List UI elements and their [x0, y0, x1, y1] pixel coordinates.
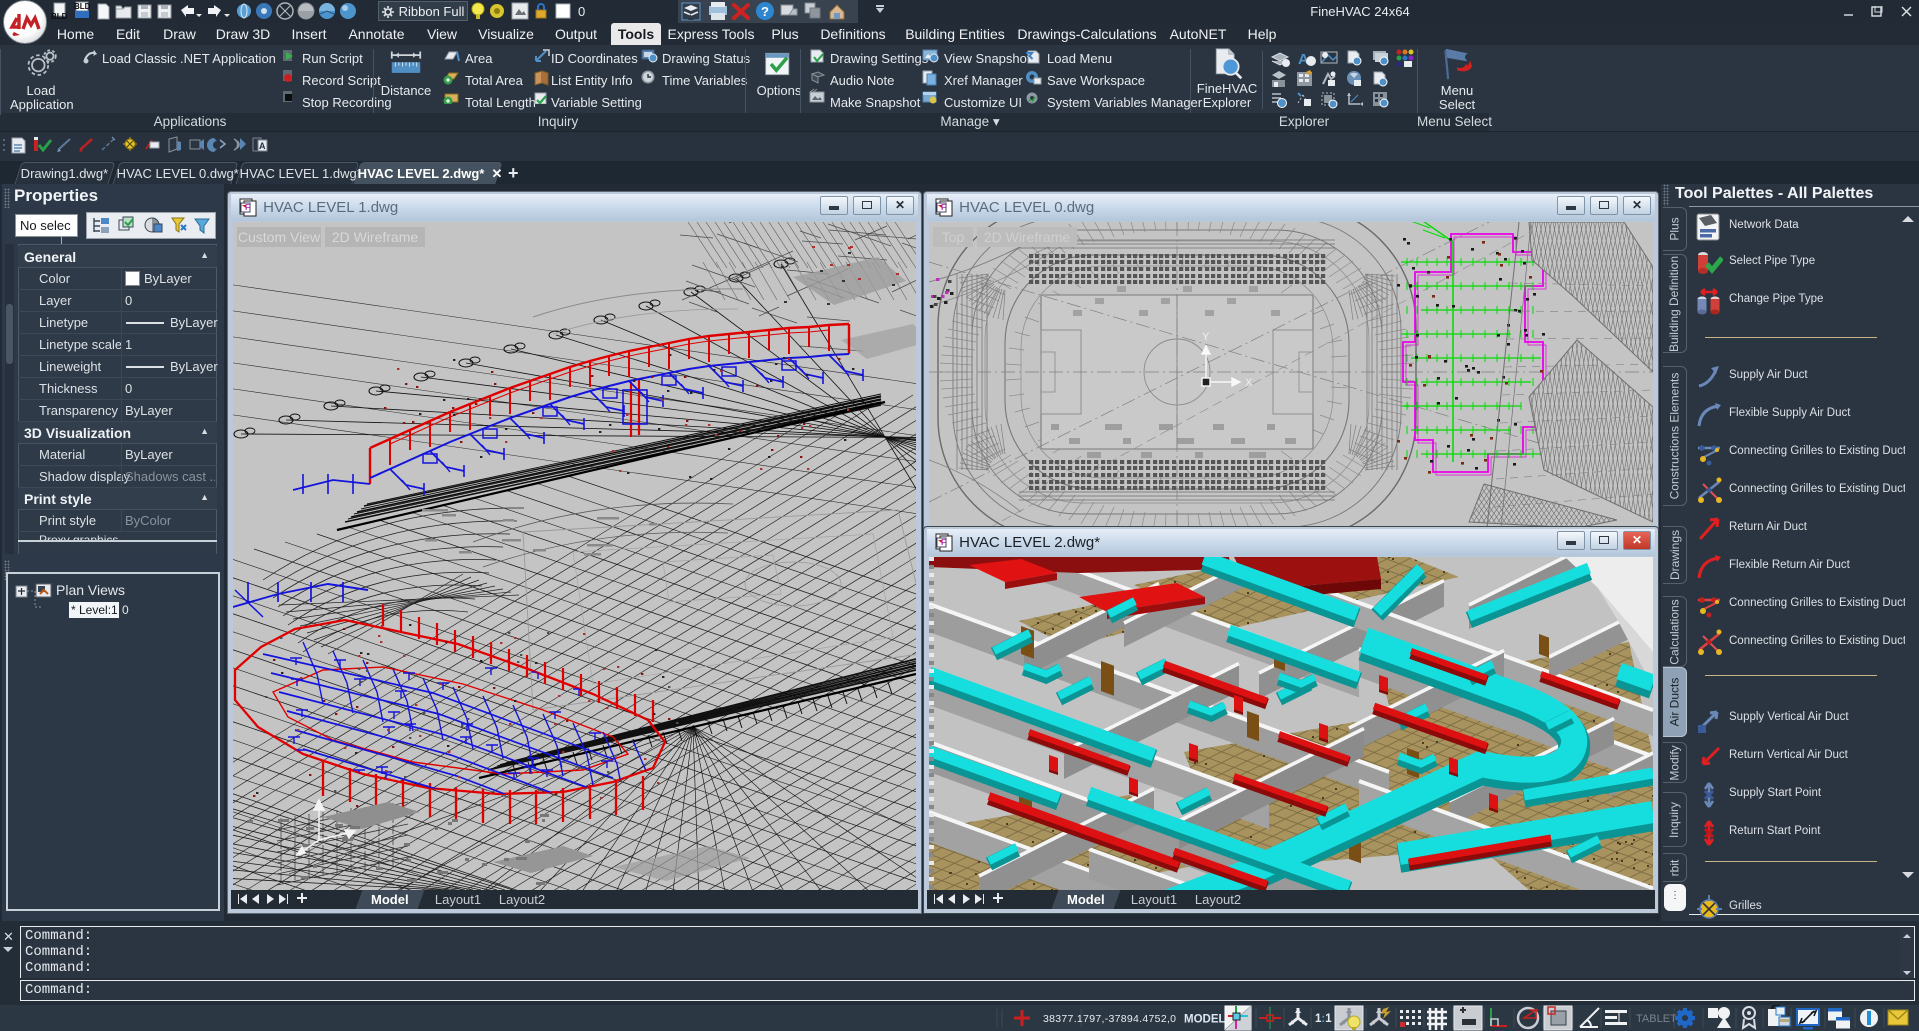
svg-text:F: F — [941, 538, 946, 547]
svg-text:* Level:1: * Level:1 — [71, 603, 118, 617]
svg-text:MODEL: MODEL — [1184, 1014, 1226, 1026]
svg-text:0: 0 — [122, 603, 129, 617]
svg-text:1:1: 1:1 — [1315, 1013, 1332, 1025]
svg-text:F: F — [245, 203, 250, 212]
svg-text:F: F — [941, 203, 946, 212]
svg-text:X: X — [1245, 377, 1253, 389]
svg-text:TABLET: TABLET — [1636, 1013, 1677, 1025]
svg-text:Y: Y — [1202, 331, 1210, 343]
svg-text:0: 0 — [578, 4, 585, 19]
svg-text:?: ? — [761, 4, 769, 19]
svg-text:BLD: BLD — [51, 12, 68, 21]
svg-text:38377.1797,-37894.4752,0: 38377.1797,-37894.4752,0 — [1043, 1013, 1176, 1025]
svg-text:Plan Views: Plan Views — [56, 582, 125, 598]
svg-text:A: A — [259, 141, 266, 151]
svg-text:BLD: BLD — [74, 2, 91, 11]
